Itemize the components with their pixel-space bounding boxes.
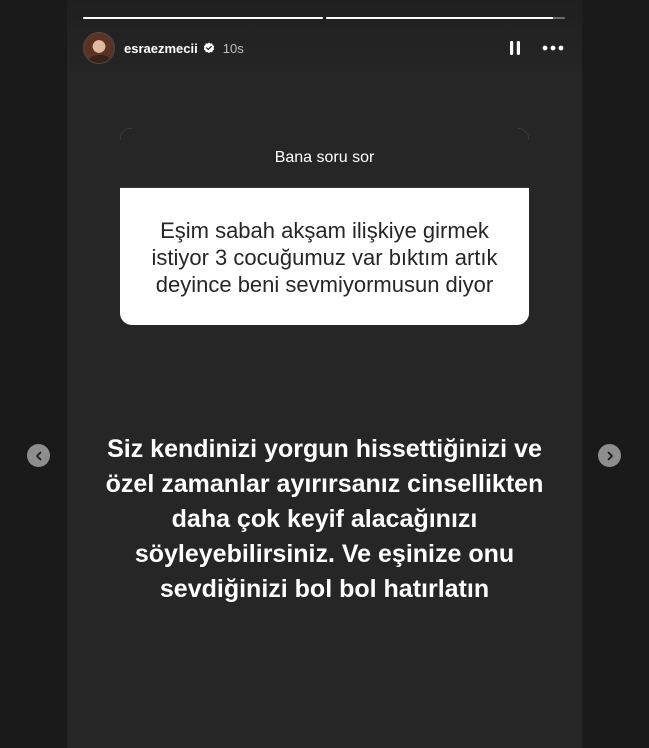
question-sticker-title: Bana soru sor — [120, 128, 529, 188]
chevron-left-icon — [35, 451, 41, 460]
question-text: Eşim sabah akşam ilişkiye girmek istiyor… — [151, 217, 498, 297]
progress-fill — [83, 17, 323, 19]
avatar[interactable] — [83, 32, 115, 64]
question-sticker: Bana soru sor Eşim sabah akşam ilişkiye … — [120, 128, 529, 325]
progress-segment — [325, 17, 565, 19]
username[interactable]: esraezmecii — [124, 41, 198, 56]
verified-badge-icon — [203, 42, 215, 54]
chevron-right-icon — [607, 451, 613, 460]
previous-story-button[interactable] — [27, 444, 50, 467]
progress-segment — [83, 17, 323, 19]
post-time: 10s — [222, 40, 244, 56]
answer-text: Siz kendinizi yorgun hissettiğinizi ve ö… — [105, 435, 544, 603]
story-header: esraezmecii 10s — [83, 32, 565, 64]
next-story-button[interactable] — [598, 444, 621, 467]
pause-icon[interactable] — [503, 36, 527, 60]
story-frame[interactable]: esraezmecii 10s Bana soru sor Eşim sabah… — [67, 0, 582, 748]
story-viewer: esraezmecii 10s Bana soru sor Eşim sabah… — [0, 0, 649, 748]
progress-fill — [325, 17, 554, 19]
progress-bar — [83, 17, 565, 21]
more-icon[interactable] — [541, 36, 565, 60]
